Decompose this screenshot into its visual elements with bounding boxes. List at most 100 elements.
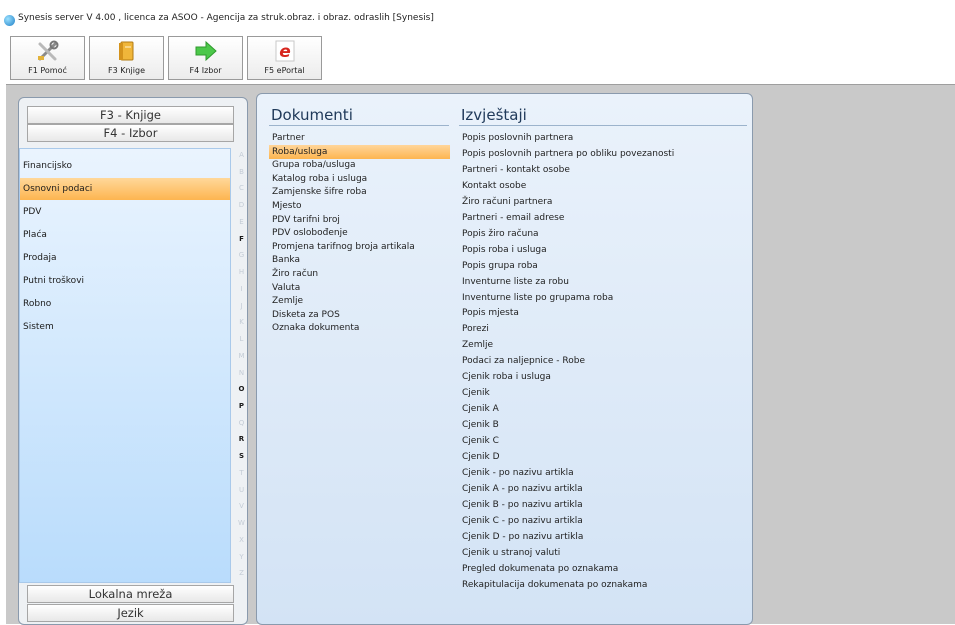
alphabet-letter[interactable]: P xyxy=(236,401,247,411)
menu-item-placa[interactable]: Plaća xyxy=(20,224,230,246)
report-item[interactable]: Partneri - email adrese xyxy=(462,211,564,225)
menu-item-robno[interactable]: Robno xyxy=(20,293,230,315)
alphabet-index: ABCDEFGHIJKLMNOPQRSTUVWXYZ xyxy=(236,148,247,583)
alphabet-letter[interactable]: Z xyxy=(236,568,247,578)
alphabet-letter[interactable]: H xyxy=(236,267,247,277)
help-button[interactable]: F1 Pomoć xyxy=(10,36,85,80)
report-item[interactable]: Cjenik B xyxy=(462,418,499,432)
document-item[interactable]: Grupa roba/usluga xyxy=(269,158,356,172)
menu-item-prodaja[interactable]: Prodaja xyxy=(20,247,230,269)
document-item[interactable]: Banka xyxy=(269,253,300,267)
report-item[interactable]: Podaci za naljepnice - Robe xyxy=(462,354,585,368)
report-item[interactable]: Popis poslovnih partnera xyxy=(462,131,573,145)
report-item[interactable]: Popis roba i usluga xyxy=(462,243,547,257)
workspace: F3 - Knjige F4 - Izbor Financijsko Osnov… xyxy=(6,84,955,625)
report-item[interactable]: Popis žiro računa xyxy=(462,227,539,241)
alphabet-letter[interactable]: N xyxy=(236,368,247,378)
document-item[interactable]: Zamjenske šifre roba xyxy=(269,185,367,199)
eportal-button[interactable]: e F5 ePortal xyxy=(247,36,322,80)
report-item[interactable]: Kontakt osobe xyxy=(462,179,526,193)
report-item[interactable]: Cjenik xyxy=(462,386,490,400)
alphabet-letter[interactable]: M xyxy=(236,351,247,361)
menu-item-financijsko[interactable]: Financijsko xyxy=(20,155,230,177)
alphabet-letter[interactable]: K xyxy=(236,317,247,327)
alphabet-letter[interactable]: F xyxy=(236,234,247,244)
document-item[interactable]: Katalog roba i usluga xyxy=(269,172,367,186)
select-header-button[interactable]: F4 - Izbor xyxy=(27,124,234,142)
report-item[interactable]: Zemlje xyxy=(462,338,493,352)
alphabet-letter[interactable]: V xyxy=(236,501,247,511)
document-item[interactable]: Disketa za POS xyxy=(269,308,340,322)
menu-item-putni-troskovi[interactable]: Putni troškovi xyxy=(20,270,230,292)
document-item[interactable]: Partner xyxy=(269,131,305,145)
books-header-button[interactable]: F3 - Knjige xyxy=(27,106,234,124)
documents-title: Dokumenti xyxy=(271,106,353,124)
alphabet-letter[interactable]: T xyxy=(236,468,247,478)
document-item[interactable]: Zemlje xyxy=(269,294,303,308)
svg-text:e: e xyxy=(279,42,291,62)
tools-icon xyxy=(11,40,84,62)
report-item[interactable]: Pregled dokumenata po oznakama xyxy=(462,562,618,576)
books-button[interactable]: F3 Knjige xyxy=(89,36,164,80)
document-item[interactable]: Valuta xyxy=(269,281,300,295)
reports-divider xyxy=(459,125,747,126)
alphabet-letter[interactable]: D xyxy=(236,200,247,210)
document-item[interactable]: Promjena tarifnog broja artikala xyxy=(269,240,415,254)
report-item[interactable]: Cjenik A - po nazivu artikla xyxy=(462,482,583,496)
alphabet-letter[interactable]: E xyxy=(236,217,247,227)
report-item[interactable]: Cjenik C xyxy=(462,434,499,448)
alphabet-letter[interactable]: W xyxy=(236,518,247,528)
document-item[interactable]: PDV oslobođenje xyxy=(269,226,348,240)
alphabet-letter[interactable]: I xyxy=(236,284,247,294)
title-bar: Synesis server V 4.00 , licenca za ASOO … xyxy=(0,0,955,30)
report-item[interactable]: Cjenik D xyxy=(462,450,500,464)
report-item[interactable]: Cjenik D - po nazivu artikla xyxy=(462,530,583,544)
alphabet-letter[interactable]: L xyxy=(236,334,247,344)
app-icon xyxy=(4,15,15,26)
report-item[interactable]: Cjenik C - po nazivu artikla xyxy=(462,514,583,528)
report-item[interactable]: Porezi xyxy=(462,322,489,336)
menu-item-sistem[interactable]: Sistem xyxy=(20,316,230,338)
report-item[interactable]: Cjenik A xyxy=(462,402,499,416)
report-item[interactable]: Cjenik B - po nazivu artikla xyxy=(462,498,583,512)
documents-divider xyxy=(269,125,449,126)
report-item[interactable]: Popis mjesta xyxy=(462,306,519,320)
report-item[interactable]: Rekapitulacija dokumenata po oznakama xyxy=(462,578,647,592)
menu-item-osnovni-podaci[interactable]: Osnovni podaci xyxy=(20,178,230,200)
alphabet-letter[interactable]: J xyxy=(236,301,247,311)
alphabet-letter[interactable]: Y xyxy=(236,552,247,562)
document-item[interactable]: Oznaka dokumenta xyxy=(269,321,359,335)
alphabet-letter[interactable]: A xyxy=(236,150,247,160)
content-panel: Dokumenti Izvještaji Partner Roba/usluga G… xyxy=(256,93,753,625)
report-item[interactable]: Žiro računi partnera xyxy=(462,195,552,209)
report-item[interactable]: Inventurne liste po grupama roba xyxy=(462,291,613,305)
select-button[interactable]: F4 Izbor xyxy=(168,36,243,80)
language-button[interactable]: Jezik xyxy=(27,604,234,622)
alphabet-letter[interactable]: U xyxy=(236,485,247,495)
document-item[interactable]: Roba/usluga xyxy=(269,144,450,159)
eportal-icon: e xyxy=(248,40,321,62)
alphabet-letter[interactable]: R xyxy=(236,434,247,444)
document-item[interactable]: Žiro račun xyxy=(269,267,318,281)
alphabet-letter[interactable]: S xyxy=(236,451,247,461)
menu-item-pdv[interactable]: PDV xyxy=(20,201,230,223)
alphabet-letter[interactable]: Q xyxy=(236,418,247,428)
document-item[interactable]: Mjesto xyxy=(269,199,302,213)
arrow-right-icon xyxy=(169,40,242,62)
alphabet-letter[interactable]: C xyxy=(236,183,247,193)
report-item[interactable]: Inventurne liste za robu xyxy=(462,275,569,289)
module-menu: Financijsko Osnovni podaci PDV Plaća Pro… xyxy=(19,148,231,583)
report-item[interactable]: Partneri - kontakt osobe xyxy=(462,163,570,177)
report-item[interactable]: Popis grupa roba xyxy=(462,259,538,273)
alphabet-letter[interactable]: G xyxy=(236,250,247,260)
navigation-panel: F3 - Knjige F4 - Izbor Financijsko Osnov… xyxy=(18,97,248,625)
report-item[interactable]: Cjenik roba i usluga xyxy=(462,370,551,384)
document-item[interactable]: PDV tarifni broj xyxy=(269,213,340,227)
alphabet-letter[interactable]: X xyxy=(236,535,247,545)
report-item[interactable]: Cjenik - po nazivu artikla xyxy=(462,466,574,480)
local-network-button[interactable]: Lokalna mreža xyxy=(27,585,234,603)
alphabet-letter[interactable]: B xyxy=(236,167,247,177)
alphabet-letter[interactable]: O xyxy=(236,384,247,394)
report-item[interactable]: Popis poslovnih partnera po obliku povez… xyxy=(462,147,674,161)
report-item[interactable]: Cjenik u stranoj valuti xyxy=(462,546,560,560)
